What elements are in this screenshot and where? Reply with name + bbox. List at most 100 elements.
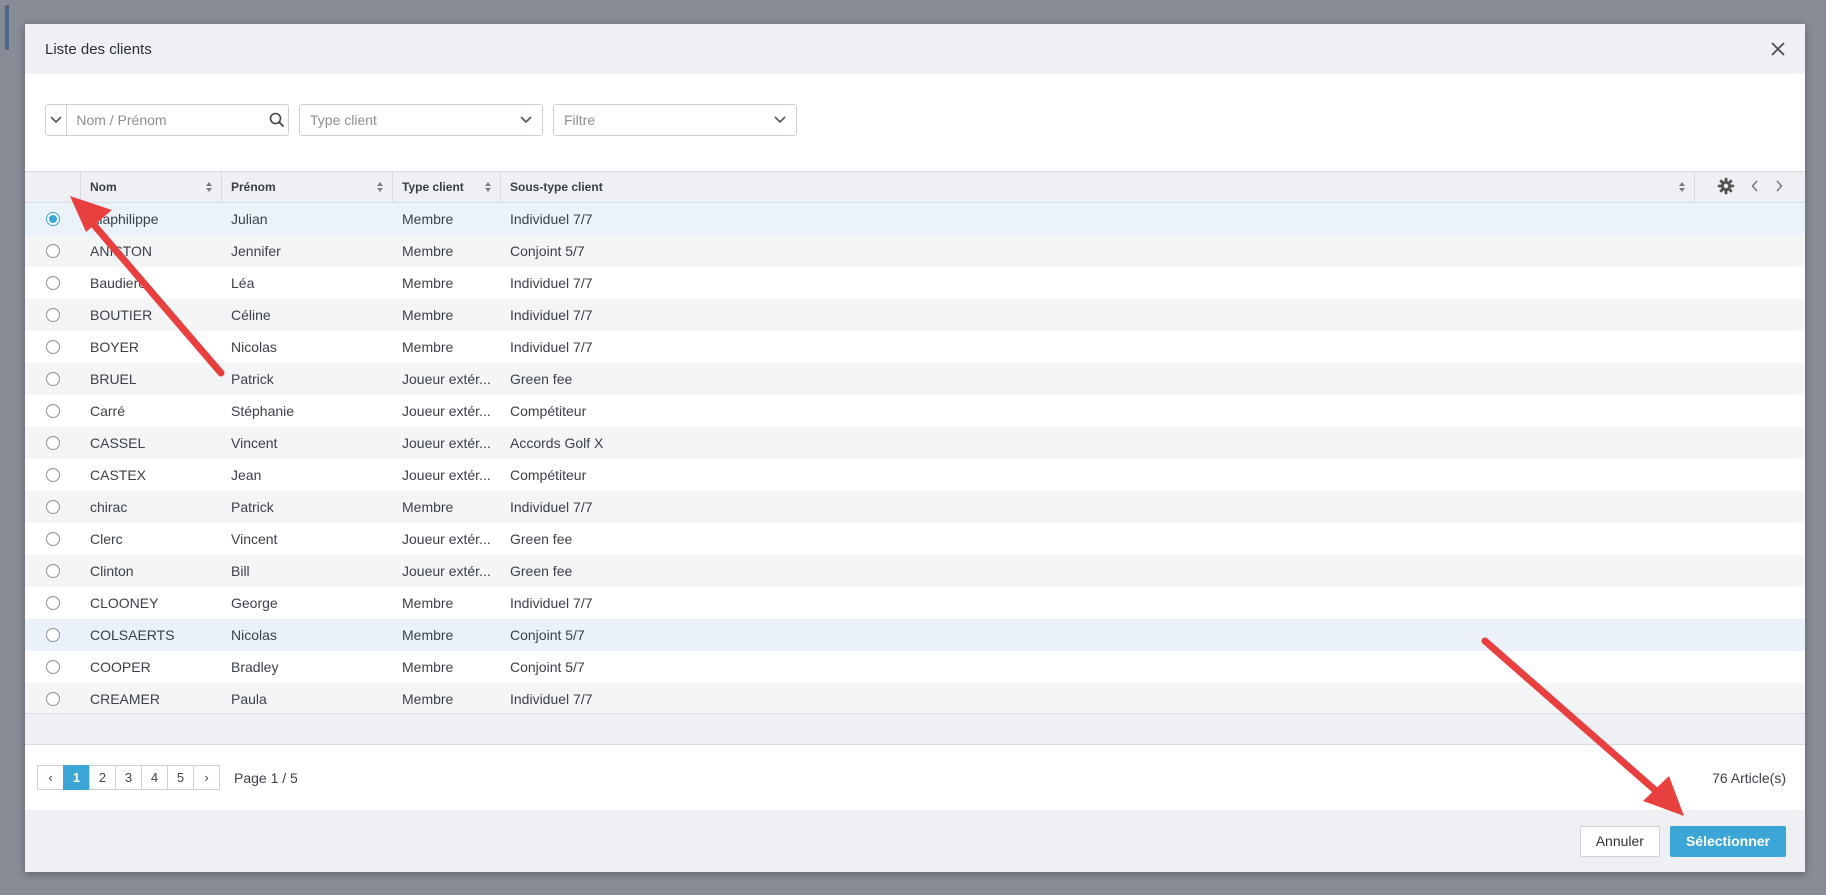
row-radio[interactable] bbox=[46, 212, 60, 226]
select-button[interactable]: Sélectionner bbox=[1669, 825, 1786, 857]
close-icon[interactable] bbox=[1771, 38, 1785, 60]
row-radio[interactable] bbox=[46, 244, 60, 258]
cell-sous-type-client: Compétiteur bbox=[510, 467, 587, 483]
row-radio[interactable] bbox=[46, 628, 60, 642]
row-radio[interactable] bbox=[46, 596, 60, 610]
pager-next-button[interactable]: › bbox=[193, 765, 220, 790]
column-label: Type client bbox=[402, 180, 464, 194]
row-select-cell bbox=[25, 244, 81, 258]
pager-page-5[interactable]: 5 bbox=[167, 765, 194, 790]
row-radio[interactable] bbox=[46, 468, 60, 482]
cell-prenom: Léa bbox=[231, 275, 255, 291]
type-client-placeholder: Type client bbox=[310, 111, 377, 128]
background-accent-strip bbox=[5, 5, 9, 50]
row-radio[interactable] bbox=[46, 276, 60, 290]
filter-select[interactable]: Filtre bbox=[553, 103, 797, 136]
gear-icon[interactable] bbox=[1717, 177, 1735, 198]
row-select-cell bbox=[25, 212, 81, 226]
type-client-select[interactable]: Type client bbox=[299, 103, 543, 136]
sort-icon bbox=[485, 182, 491, 192]
table-row[interactable]: CASTEX Jean Joueur extér... Compétiteur bbox=[25, 459, 1805, 491]
cell-type-client: Joueur extér... bbox=[402, 531, 491, 547]
page-info: Page 1 / 5 bbox=[234, 769, 298, 786]
modal-header: Liste des clients bbox=[25, 24, 1805, 74]
row-radio[interactable] bbox=[46, 532, 60, 546]
chevron-right-icon[interactable] bbox=[1775, 179, 1783, 195]
table-row[interactable]: Baudiero Léa Membre Individuel 7/7 bbox=[25, 267, 1805, 299]
cell-sous-type-client: Conjoint 5/7 bbox=[510, 627, 585, 643]
chevron-left-icon[interactable] bbox=[1751, 179, 1759, 195]
cell-sous-type-client: Conjoint 5/7 bbox=[510, 659, 585, 675]
cell-nom: CREAMER bbox=[90, 691, 161, 707]
pager-page-2[interactable]: 2 bbox=[89, 765, 116, 790]
row-select-cell bbox=[25, 628, 81, 642]
cell-sous-type-client: Individuel 7/7 bbox=[510, 691, 593, 707]
table-row[interactable]: Clinton Bill Joueur extér... Green fee bbox=[25, 555, 1805, 587]
table-row[interactable]: Clerc Vincent Joueur extér... Green fee bbox=[25, 523, 1805, 555]
cell-prenom: George bbox=[231, 595, 278, 611]
table-row[interactable]: CLOONEY George Membre Individuel 7/7 bbox=[25, 587, 1805, 619]
table-row[interactable]: Carré Stéphanie Joueur extér... Compétiteur bbox=[25, 395, 1805, 427]
row-radio[interactable] bbox=[46, 340, 60, 354]
client-list-modal: Liste des clients Type client Filtre bbox=[25, 24, 1805, 872]
table-row[interactable]: BOYER Nicolas Membre Individuel 7/7 bbox=[25, 331, 1805, 363]
grid-footer bbox=[25, 713, 1805, 745]
row-select-cell bbox=[25, 564, 81, 578]
cell-prenom: Patrick bbox=[231, 499, 274, 515]
grid-tools bbox=[1695, 172, 1805, 202]
filter-toolbar: Type client Filtre bbox=[25, 74, 1805, 171]
column-header-nom[interactable]: Nom bbox=[81, 172, 222, 202]
row-radio[interactable] bbox=[46, 436, 60, 450]
cell-type-client: Joueur extér... bbox=[402, 435, 491, 451]
record-count: 76 Article(s) bbox=[1712, 769, 1786, 786]
cell-nom: Carré bbox=[90, 403, 126, 419]
cell-nom: Clinton bbox=[90, 563, 134, 579]
cell-sous-type-client: Individuel 7/7 bbox=[510, 307, 593, 323]
table-row[interactable]: Alaphilippe Julian Membre Individuel 7/7 bbox=[25, 203, 1805, 235]
row-select-cell bbox=[25, 436, 81, 450]
table-row[interactable]: BOUTIER Céline Membre Individuel 7/7 bbox=[25, 299, 1805, 331]
search-mode-dropdown[interactable] bbox=[46, 104, 68, 135]
table-row[interactable]: CASSEL Vincent Joueur extér... Accords Golf… bbox=[25, 427, 1805, 459]
column-header-sous-type-client[interactable]: Sous-type client bbox=[501, 172, 1695, 202]
pager-page-3[interactable]: 3 bbox=[115, 765, 142, 790]
row-select-cell bbox=[25, 532, 81, 546]
row-radio[interactable] bbox=[46, 500, 60, 514]
row-select-cell bbox=[25, 660, 81, 674]
cell-nom: BOYER bbox=[90, 339, 140, 355]
cell-type-client: Membre bbox=[402, 339, 454, 355]
row-select-cell bbox=[25, 596, 81, 610]
cell-prenom: Jean bbox=[231, 467, 262, 483]
table-row[interactable]: COLSAERTS Nicolas Membre Conjoint 5/7 bbox=[25, 619, 1805, 651]
row-radio[interactable] bbox=[46, 372, 60, 386]
cancel-button[interactable]: Annuler bbox=[1579, 825, 1660, 857]
cell-type-client: Membre bbox=[402, 243, 454, 259]
search-input[interactable] bbox=[67, 104, 267, 135]
pager-page-4[interactable]: 4 bbox=[141, 765, 168, 790]
cell-type-client: Membre bbox=[402, 595, 454, 611]
row-radio[interactable] bbox=[46, 692, 60, 706]
table-row[interactable]: COOPER Bradley Membre Conjoint 5/7 bbox=[25, 651, 1805, 683]
column-header-prenom[interactable]: Prénom bbox=[222, 172, 393, 202]
row-radio[interactable] bbox=[46, 564, 60, 578]
table-row[interactable]: CREAMER Paula Membre Individuel 7/7 bbox=[25, 683, 1805, 715]
row-radio[interactable] bbox=[46, 660, 60, 674]
table-row[interactable]: chirac Patrick Membre Individuel 7/7 bbox=[25, 491, 1805, 523]
column-header-type-client[interactable]: Type client bbox=[393, 172, 501, 202]
cell-sous-type-client: Conjoint 5/7 bbox=[510, 243, 585, 259]
row-radio[interactable] bbox=[46, 308, 60, 322]
select-column-header bbox=[25, 172, 81, 202]
row-radio[interactable] bbox=[46, 404, 60, 418]
cell-sous-type-client: Individuel 7/7 bbox=[510, 211, 593, 227]
table-row[interactable]: ANISTON Jennifer Membre Conjoint 5/7 bbox=[25, 235, 1805, 267]
cell-prenom: Stéphanie bbox=[231, 403, 295, 419]
row-select-cell bbox=[25, 308, 81, 322]
pager-prev-button[interactable]: ‹ bbox=[37, 765, 64, 790]
table-row[interactable]: BRUEL Patrick Joueur extér... Green fee bbox=[25, 363, 1805, 395]
cell-prenom: Patrick bbox=[231, 371, 274, 387]
pager-page-1[interactable]: 1 bbox=[63, 765, 90, 790]
cell-type-client: Joueur extér... bbox=[402, 403, 491, 419]
search-icon[interactable] bbox=[266, 112, 288, 128]
row-select-cell bbox=[25, 404, 81, 418]
cell-sous-type-client: Individuel 7/7 bbox=[510, 595, 593, 611]
